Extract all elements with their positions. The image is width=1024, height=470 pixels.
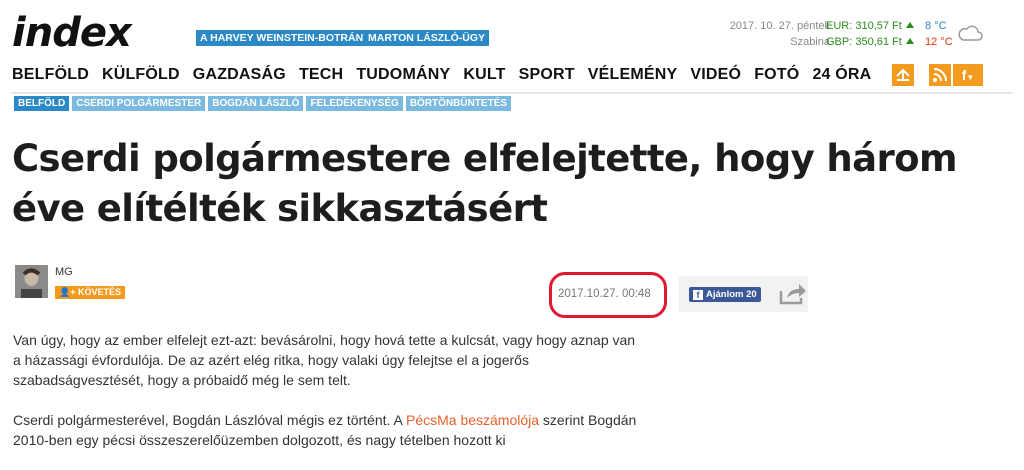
- temperature: 8 °C 12 °C: [925, 18, 953, 50]
- recommend-label: Ajánlom 20: [706, 289, 757, 300]
- paragraph-1: Van úgy, hogy az ember elfelejt ezt-azt:…: [13, 332, 636, 388]
- highlight-circle: [549, 272, 667, 318]
- inbox-icon[interactable]: [892, 64, 914, 86]
- hot-tag-marton[interactable]: MARTON LÁSZLÓ-ÜGY: [364, 30, 490, 46]
- nav-foto[interactable]: FOTÓ: [754, 64, 799, 88]
- tag-bogdan-laszlo[interactable]: BOGDÁN LÁSZLÓ: [208, 96, 304, 111]
- nav-video[interactable]: VIDEÓ: [690, 64, 741, 88]
- rss-icon[interactable]: [929, 64, 951, 86]
- category-tags: BELFÖLD CSERDI POLGÁRMESTER BOGDÁN LÁSZL…: [14, 96, 512, 111]
- tag-feledekenyseg[interactable]: FELEDÉKENYSÉG: [306, 96, 403, 111]
- date-block: 2017. 10. 27. péntek Szabina: [730, 18, 830, 50]
- cloud-icon: [958, 25, 983, 41]
- tag-bortonbuntetes[interactable]: BÖRTÖNBÜNTETÉS: [405, 96, 512, 111]
- article-title: Cserdi polgármestere elfelejtette, hogy …: [12, 137, 958, 230]
- article-body: Van úgy, hogy az ember elfelejt ezt-azt:…: [13, 330, 643, 470]
- facebook-recommend-button[interactable]: f Ajánlom 20: [689, 287, 761, 302]
- index-logo[interactable]: index: [12, 13, 132, 53]
- tag-cserdi-polgarmester[interactable]: CSERDI POLGÁRMESTER: [72, 96, 206, 111]
- paragraph-2-text-a: Cserdi polgármesterével, Bogdán Lászlóva…: [13, 412, 406, 428]
- nav-divider: [12, 92, 1012, 94]
- nav-kulfold[interactable]: KÜLFÖLD: [102, 64, 180, 88]
- nav-belfold[interactable]: BELFÖLD: [12, 64, 89, 88]
- nav-velemeny[interactable]: VÉLEMÉNY: [588, 64, 678, 88]
- follow-button[interactable]: 👤+ KÖVETÉS: [55, 286, 125, 299]
- facebook-icon[interactable]: f▼: [953, 64, 983, 86]
- nav-24-ora[interactable]: 24 ÓRA: [812, 64, 871, 88]
- nameday: Szabina: [790, 36, 830, 48]
- facebook-icon: f: [693, 290, 703, 300]
- temp-min: 8 °C: [925, 20, 947, 32]
- pecsma-link[interactable]: PécsMa beszámolója: [406, 412, 539, 428]
- nav-tech[interactable]: TECH: [299, 64, 343, 88]
- gbp-rate: GBP: 350,61 Ft: [826, 36, 902, 48]
- exchange-rates: EUR: 310,57 Ft GBP: 350,61 Ft: [826, 18, 914, 50]
- nav-sport[interactable]: SPORT: [519, 64, 575, 88]
- author-avatar[interactable]: [15, 265, 48, 298]
- tag-belfold[interactable]: BELFÖLD: [14, 96, 70, 111]
- nav-tudomany[interactable]: TUDOMÁNY: [356, 64, 450, 88]
- nav-kult[interactable]: KULT: [463, 64, 505, 88]
- hot-tag-weinstein[interactable]: A HARVEY WEINSTEIN-BOTRÁNY: [196, 30, 375, 46]
- nav-gazdasag[interactable]: GAZDASÁG: [193, 64, 286, 88]
- follow-label: KÖVETÉS: [77, 287, 121, 297]
- add-user-icon: 👤+: [59, 287, 78, 297]
- main-nav: BELFÖLD KÜLFÖLD GAZDASÁG TECH TUDOMÁNY K…: [12, 64, 884, 88]
- chevron-down-icon: ▼: [966, 73, 975, 82]
- temp-max: 12 °C: [925, 36, 953, 48]
- up-arrow-icon: [905, 22, 914, 28]
- paragraph-2: Cserdi polgármesterével, Bogdán Lászlóva…: [13, 410, 643, 450]
- share-icon[interactable]: [778, 281, 808, 307]
- current-date: 2017. 10. 27. péntek: [729, 20, 830, 32]
- eur-rate: EUR: 310,57 Ft: [826, 20, 902, 32]
- author-name[interactable]: MG: [55, 266, 73, 278]
- up-arrow-icon: [905, 38, 914, 44]
